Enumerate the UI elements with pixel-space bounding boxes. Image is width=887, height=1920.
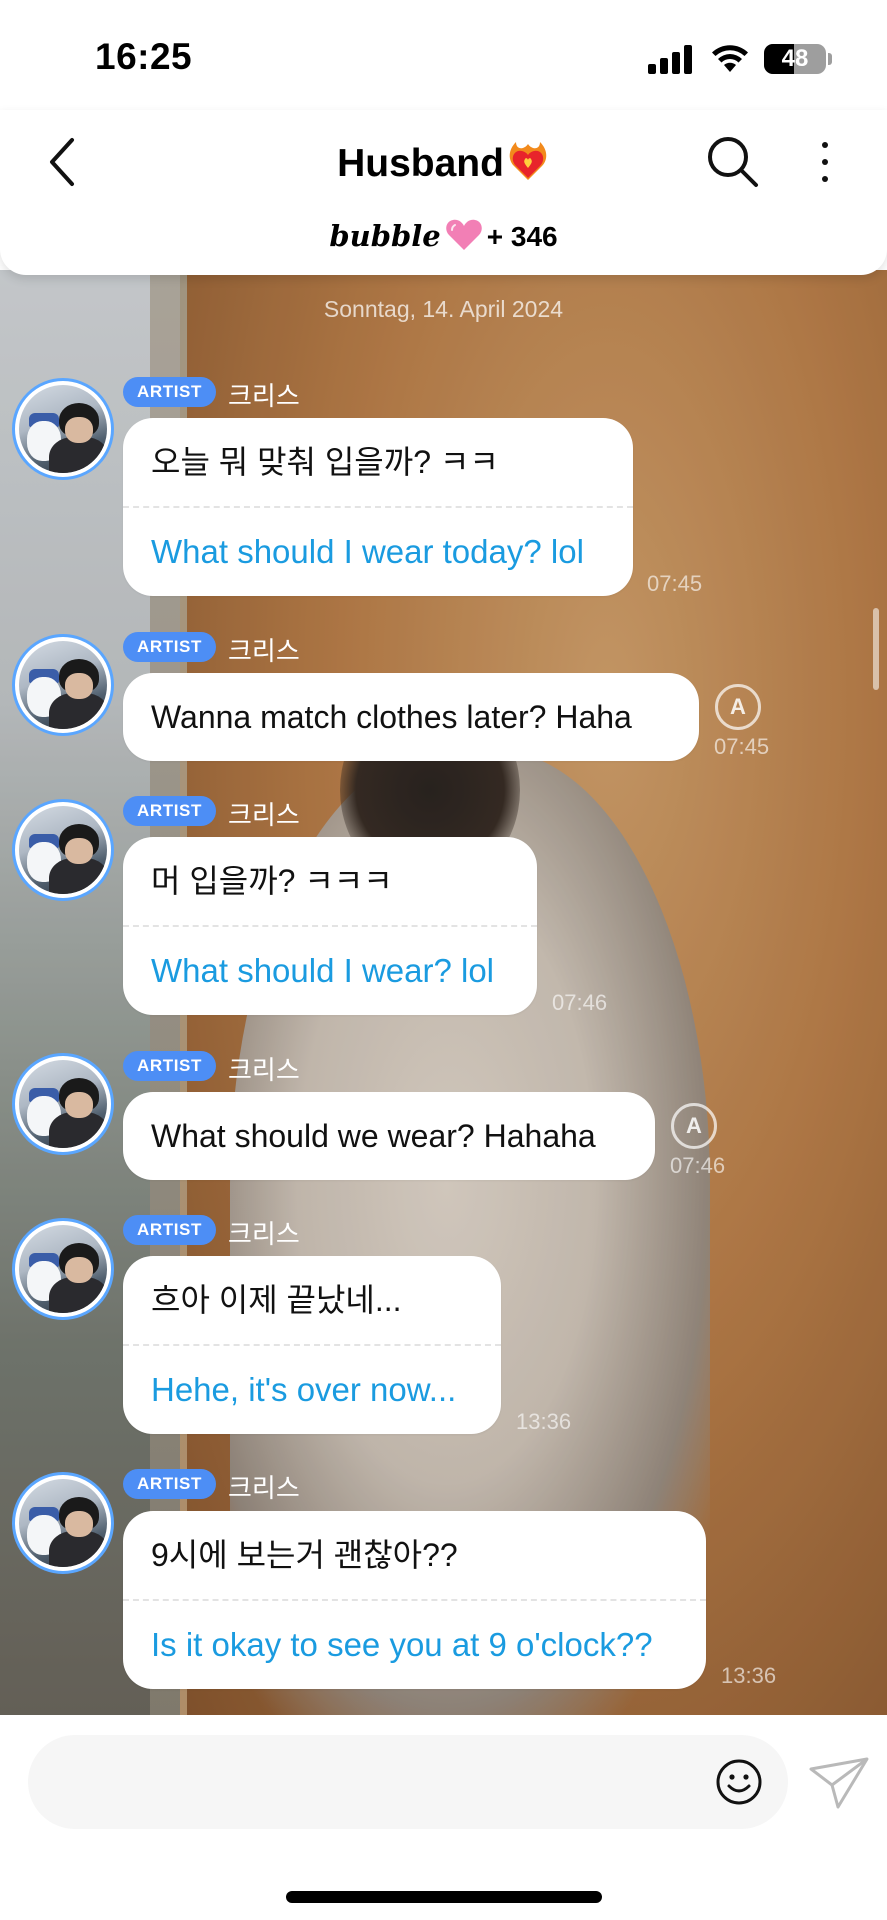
more-dot-icon (822, 176, 828, 182)
sender-name: 크리스 (228, 800, 300, 830)
more-options-button[interactable] (808, 134, 842, 190)
home-indicator (286, 1891, 602, 1903)
sender-name: 크리스 (228, 381, 300, 411)
more-dot-icon (822, 159, 828, 165)
message-original-text: 오늘 뭐 맞춰 입을까? ㅋㅋ (151, 444, 499, 480)
message-time: 13:36 (516, 1409, 572, 1434)
smiley-icon (716, 1759, 762, 1805)
message-original-text: Wanna match clothes later? Haha (151, 699, 632, 735)
message-time: 07:46 (552, 990, 608, 1015)
message-original-text: What should we wear? Hahaha (151, 1118, 596, 1154)
heart-on-fire-icon (509, 142, 547, 180)
message-original-text: 흐아 이제 끝났네... (151, 1282, 402, 1318)
emoji-button[interactable] (714, 1757, 764, 1807)
artist-badge: ARTIST (123, 632, 216, 662)
artist-badge: ARTIST (123, 1051, 216, 1081)
message-bubble[interactable]: What should we wear? Hahaha (123, 1092, 655, 1180)
message-translation-text: What should I wear? lol (151, 952, 495, 989)
sender-avatar[interactable] (12, 1218, 114, 1320)
sender-avatar[interactable] (12, 1053, 114, 1155)
sender-avatar[interactable] (12, 1472, 114, 1574)
message-bubble[interactable]: Wanna match clothes later? Haha (123, 673, 699, 761)
message-time: 07:46 (670, 1153, 726, 1178)
more-dot-icon (822, 142, 828, 148)
message-bubble[interactable]: 9시에 보는거 괜찮아?? Is it okay to see you at 9… (123, 1511, 706, 1689)
chat-title: Husband (337, 142, 504, 185)
bubble-logo: bubble (329, 219, 441, 253)
message-translation-text: What should I wear today? lol (151, 533, 584, 570)
message-translation-text: Is it okay to see you at 9 o'clock?? (151, 1626, 653, 1663)
battery-icon: 48 (764, 44, 826, 74)
date-separator: Sonntag, 14. April 2024 (323, 296, 564, 322)
sender-avatar[interactable] (12, 634, 114, 736)
cellular-signal-icon (648, 44, 694, 74)
message-time: 07:45 (647, 571, 703, 596)
sender-name: 크리스 (228, 1055, 300, 1085)
message-bubble[interactable]: 흐아 이제 끝났네... Hehe, it's over now... (123, 1256, 501, 1434)
sender-avatar[interactable] (12, 378, 114, 480)
translate-button[interactable]: A (671, 1103, 717, 1149)
message-translation-text: Hehe, it's over now... (151, 1371, 457, 1408)
translate-button[interactable]: A (715, 684, 761, 730)
scrollbar-thumb[interactable] (873, 608, 879, 690)
sender-name: 크리스 (228, 1473, 300, 1503)
status-bar: 16:25 48 (0, 0, 887, 110)
send-button[interactable] (808, 1755, 870, 1811)
search-icon (708, 137, 758, 187)
artist-badge: ARTIST (123, 1469, 216, 1499)
wifi-icon (712, 45, 748, 72)
message-bubble[interactable]: 머 입을까? ㅋㅋㅋ What should I wear? lol (123, 837, 537, 1015)
sender-avatar[interactable] (12, 799, 114, 901)
battery-percent: 48 (781, 45, 809, 72)
message-input[interactable] (28, 1735, 788, 1829)
sender-name: 크리스 (228, 1219, 300, 1249)
message-time: 13:36 (721, 1663, 777, 1688)
sender-name: 크리스 (228, 636, 300, 666)
battery-nub (828, 53, 832, 65)
message-bubble[interactable]: 오늘 뭐 맞춰 입을까? ㅋㅋ What should I wear today… (123, 418, 633, 596)
subscriber-count: + 346 (486, 221, 558, 252)
paper-plane-icon (809, 1757, 869, 1809)
search-button[interactable] (705, 134, 761, 190)
subscription-info: bubble + 346 (0, 218, 887, 253)
pink-heart-icon (445, 219, 482, 250)
composer-bar (0, 1715, 887, 1920)
status-time: 16:25 (95, 36, 193, 77)
message-original-text: 머 입을까? ㅋㅋㅋ (151, 863, 393, 899)
message-time: 07:45 (714, 734, 770, 759)
artist-badge: ARTIST (123, 377, 216, 407)
artist-badge: ARTIST (123, 1215, 216, 1245)
artist-badge: ARTIST (123, 796, 216, 826)
chat-header: Husband bubble + 346 (0, 110, 887, 275)
message-original-text: 9시에 보는거 괜찮아?? (151, 1537, 458, 1573)
